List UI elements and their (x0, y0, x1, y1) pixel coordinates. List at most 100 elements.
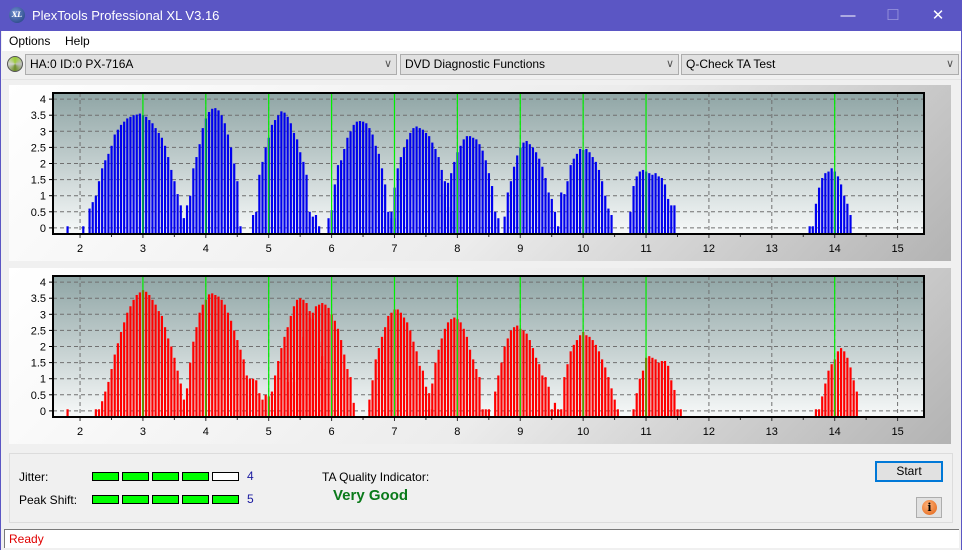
histogram-bar (604, 367, 607, 416)
histogram-bar (167, 157, 170, 233)
histogram-bar (214, 108, 217, 233)
histogram-bar (481, 150, 484, 233)
histogram-bar (311, 312, 314, 416)
histogram-bar (113, 354, 116, 416)
histogram-bar (560, 409, 563, 416)
x-tick-label: 6 (329, 426, 335, 438)
histogram-bar (135, 114, 138, 233)
histogram-bar (431, 142, 434, 233)
test-select-value: Q-Check TA Test (686, 57, 776, 71)
histogram-bar (468, 349, 472, 416)
histogram-bar (607, 377, 610, 416)
histogram-bar (340, 160, 343, 233)
histogram-bar (635, 176, 638, 233)
histogram-bar (428, 393, 431, 416)
x-tick-label: 13 (766, 426, 778, 438)
histogram-bar (490, 186, 494, 233)
histogram-bar (852, 380, 855, 416)
x-tick-label: 8 (454, 243, 460, 255)
histogram-bar (195, 157, 198, 233)
histogram-bar (292, 381, 296, 416)
histogram-bar (434, 149, 437, 233)
histogram-bar (352, 402, 355, 416)
histogram-bar (160, 315, 163, 416)
x-tick-label: 9 (517, 243, 523, 255)
status-text: Ready (9, 532, 44, 546)
histogram-bar (534, 152, 538, 233)
histogram-bar (843, 195, 846, 233)
test-select[interactable]: Q-Check TA Test ∨ (681, 54, 959, 75)
histogram-bar (82, 226, 85, 233)
function-group-select[interactable]: DVD Diagnostic Functions ∨ (400, 54, 679, 75)
results-panel (9, 453, 953, 523)
histogram-bar (406, 139, 409, 233)
menu-options[interactable]: Options (9, 34, 50, 48)
info-button[interactable]: i (916, 497, 942, 518)
minimize-button[interactable]: — (825, 0, 871, 31)
y-tick-label: 2 (40, 159, 46, 171)
histogram-bar (462, 328, 465, 416)
histogram-bar (534, 357, 538, 416)
histogram-bar (541, 166, 544, 233)
histogram-bar (632, 409, 635, 416)
histogram-bar (384, 327, 387, 416)
histogram-bar (371, 380, 374, 416)
peak-shift-meter-segment (152, 495, 179, 504)
x-tick-label: 14 (829, 243, 841, 255)
histogram-bar (673, 205, 676, 233)
x-tick-label: 2 (77, 243, 83, 255)
app-logo-icon: XL (9, 7, 25, 23)
histogram-bar (572, 344, 575, 416)
histogram-bar (641, 370, 645, 416)
histogram-bar (207, 111, 211, 233)
window-title: PlexTools Professional XL V3.16 (32, 8, 220, 23)
histogram-bar (512, 327, 516, 416)
histogram-bar (453, 317, 456, 416)
pits-chart-panel: 0 0.5 1 1.5 2 2.5 3 3.5 4 2 3 4 5 6 7 8 9 10 11 12 13 14 15 (9, 268, 951, 444)
histogram-bar (296, 139, 299, 233)
histogram-bar (676, 409, 679, 416)
histogram-bar (377, 153, 380, 233)
x-tick-label: 11 (640, 243, 651, 255)
histogram-bar (500, 362, 503, 416)
histogram-bar (145, 116, 148, 233)
histogram-bar (195, 327, 198, 416)
histogram-bar (434, 362, 437, 416)
histogram-bar (544, 377, 547, 416)
histogram-bar (402, 147, 406, 233)
histogram-bar (305, 330, 308, 416)
drive-select[interactable]: HA:0 ID:0 PX-716A ∨ (25, 54, 397, 75)
y-tick-label: 4 (40, 94, 46, 106)
close-button[interactable]: ✕ (915, 0, 961, 31)
maximize-button[interactable]: ☐ (870, 0, 916, 31)
histogram-bar (277, 115, 280, 233)
histogram-bar (223, 304, 226, 416)
y-tick-label: 0 (40, 406, 46, 418)
histogram-bar (302, 336, 305, 416)
histogram-bar (547, 192, 550, 233)
histogram-bar (283, 336, 286, 416)
histogram-bar (239, 349, 242, 416)
histogram-bar (563, 194, 566, 233)
histogram-bar (409, 132, 412, 233)
histogram-bar (251, 378, 255, 416)
histogram-bar (138, 113, 141, 233)
histogram-bar (849, 215, 852, 233)
histogram-bar (355, 121, 358, 233)
histogram-bar (544, 177, 547, 233)
app-window: XL PlexTools Professional XL V3.16 — ☐ ✕… (0, 0, 962, 550)
histogram-bar (132, 115, 135, 233)
histogram-bar (368, 128, 371, 233)
histogram-bar (601, 359, 604, 416)
menu-help[interactable]: Help (65, 34, 90, 48)
histogram-bar (415, 126, 418, 233)
peak-shift-meter (92, 495, 242, 504)
histogram-bar (289, 372, 292, 416)
histogram-bar (148, 294, 151, 416)
histogram-bar (808, 226, 811, 233)
histogram-bar (424, 386, 428, 416)
x-tick-label: 11 (640, 426, 651, 438)
start-button[interactable]: Start (875, 461, 943, 482)
histogram-bar (556, 409, 560, 416)
histogram-bar (446, 322, 450, 416)
